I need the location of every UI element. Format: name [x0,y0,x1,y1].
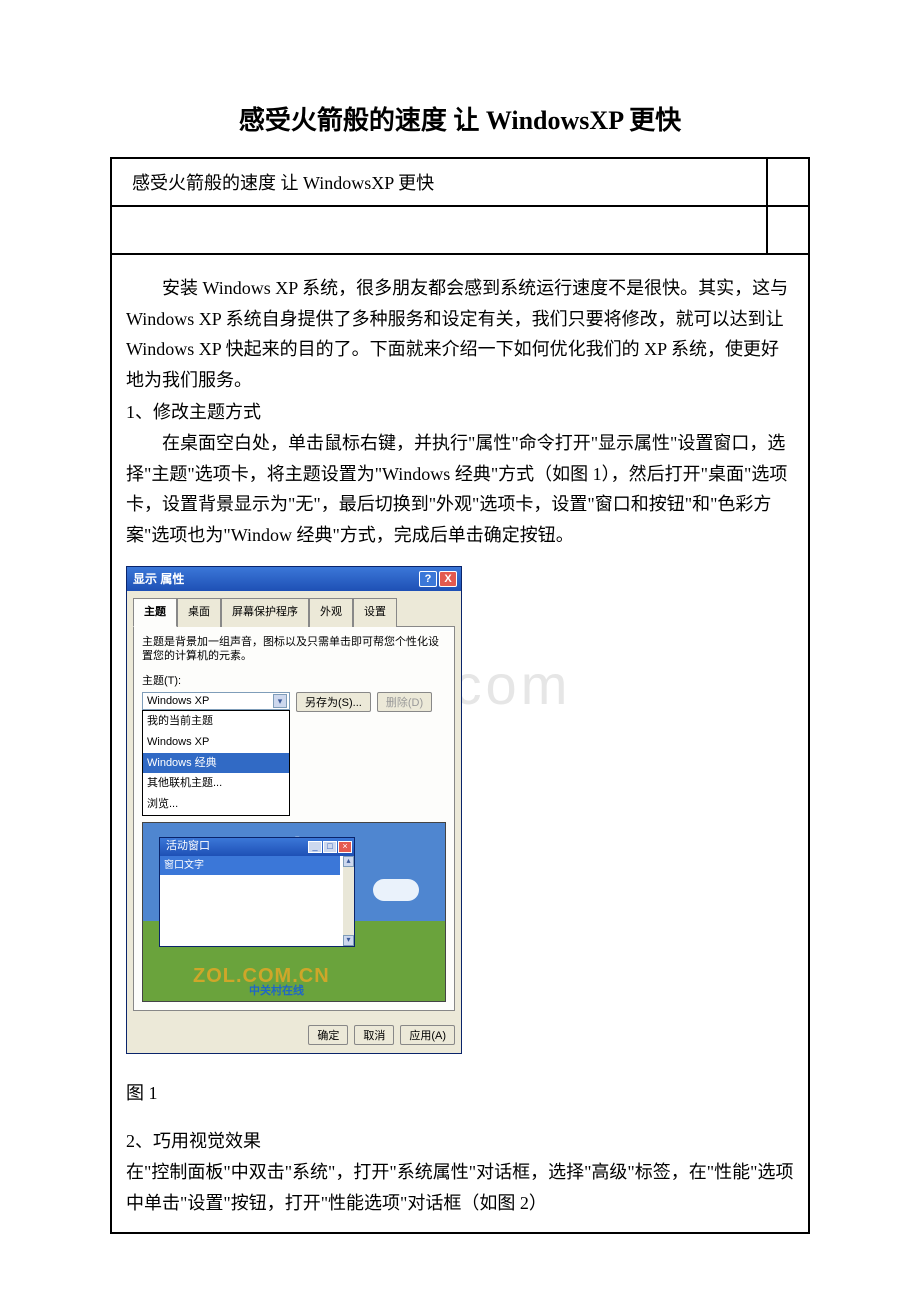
body-cell: 安装 Windows XP 系统，很多朋友都会感到系统运行速度不是很快。其实，这… [111,254,809,1233]
mini-window-title: 活动窗口 [166,837,210,856]
mini-minimize-icon: _ [308,841,322,853]
empty-narrow-cell [767,206,809,254]
mini-window: 活动窗口 _ □ × 窗口文字 [159,837,355,947]
preview-watermark-sub: 中关村在线 [249,982,304,1001]
theme-combobox[interactable]: Windows XP ▾ [142,692,290,710]
tab-screensaver[interactable]: 屏幕保护程序 [221,598,309,627]
tab-appearance[interactable]: 外观 [309,598,353,627]
mini-close-icon: × [338,841,352,853]
paragraph-visual-effects: 在"控制面板"中双击"系统"，打开"系统属性"对话框，选择"高级"标签，在"性能… [126,1157,794,1218]
scroll-down-icon: ▾ [343,935,354,946]
help-button[interactable]: ? [419,571,437,587]
mini-window-label: 窗口文字 [160,856,340,875]
table-empty-row [111,206,809,254]
scroll-up-icon: ▴ [343,856,354,867]
dialog-title: 显示 属性 [133,569,184,589]
theme-option-classic[interactable]: Windows 经典 [143,753,289,774]
save-as-button[interactable]: 另存为(S)... [296,692,371,712]
ok-button[interactable]: 确定 [308,1025,348,1045]
empty-cell [111,206,767,254]
theme-preview: ↖ 活动窗口 _ □ × [142,822,446,1002]
theme-label: 主题(T): [142,672,446,691]
combo-row: Windows XP ▾ 我的当前主题 Windows XP Windows 经… [142,692,446,815]
section-2-heading: 2、巧用视觉效果 [126,1126,794,1157]
figure-1-caption: 图 1 [126,1078,794,1109]
tab-theme[interactable]: 主题 [133,598,177,627]
apply-button[interactable]: 应用(A) [400,1025,455,1045]
close-button[interactable]: X [439,571,457,587]
mini-scrollbar: ▴ ▾ [343,856,354,946]
theme-option-online[interactable]: 其他联机主题... [143,773,289,794]
theme-option-browse[interactable]: 浏览... [143,794,289,815]
cloud-icon [373,879,419,901]
tab-strip: 主题 桌面 屏幕保护程序 外观 设置 [127,591,461,626]
table-header-row: 感受火箭般的速度 让 WindowsXP 更快 [111,158,809,206]
mini-window-titlebar: 活动窗口 _ □ × [160,838,354,856]
paragraph-intro: 安装 Windows XP 系统，很多朋友都会感到系统运行速度不是很快。其实，这… [126,273,794,395]
content-table: 感受火箭般的速度 让 WindowsXP 更快 安装 Windows XP 系统… [110,157,810,1234]
dialog-titlebar[interactable]: 显示 属性 ? X [127,567,461,591]
display-properties-dialog: 显示 属性 ? X 主题 桌面 屏幕保护程序 外观 设置 [126,566,462,1053]
table-body-row: 安装 Windows XP 系统，很多朋友都会感到系统运行速度不是很快。其实，这… [111,254,809,1233]
theme-option-xp[interactable]: Windows XP [143,732,289,753]
dialog-buttons: 确定 取消 应用(A) [127,1017,461,1053]
section-1-heading: 1、修改主题方式 [126,397,794,428]
header-narrow-cell [767,158,809,206]
titlebar-buttons: ? X [419,571,457,587]
delete-button[interactable]: 删除(D) [377,692,432,712]
tab-settings[interactable]: 设置 [353,598,397,627]
document-title: 感受火箭般的速度 让 WindowsXP 更快 [110,100,810,137]
cancel-button[interactable]: 取消 [354,1025,394,1045]
paragraph-theme: 在桌面空白处，单击鼠标右键，并执行"属性"命令打开"显示属性"设置窗口，选择"主… [126,428,794,550]
theme-combo-value: Windows XP [147,692,209,711]
mini-maximize-icon: □ [323,841,337,853]
combo-wrap: Windows XP ▾ 我的当前主题 Windows XP Windows 经… [142,692,290,815]
chevron-down-icon[interactable]: ▾ [273,694,287,708]
mini-window-buttons: _ □ × [308,841,352,853]
header-cell: 感受火箭般的速度 让 WindowsXP 更快 [111,158,767,206]
mini-window-body: 窗口文字 ▴ ▾ [160,856,354,946]
tab-desktop[interactable]: 桌面 [177,598,221,627]
theme-option-current[interactable]: 我的当前主题 [143,711,289,732]
tab-panel: 主题是背景加一组声音，图标以及只需单击即可帮您个性化设置您的计算机的元素。 主题… [133,626,455,1011]
theme-hint: 主题是背景加一组声音，图标以及只需单击即可帮您个性化设置您的计算机的元素。 [142,635,446,664]
theme-dropdown[interactable]: 我的当前主题 Windows XP Windows 经典 其他联机主题... 浏… [142,710,290,815]
